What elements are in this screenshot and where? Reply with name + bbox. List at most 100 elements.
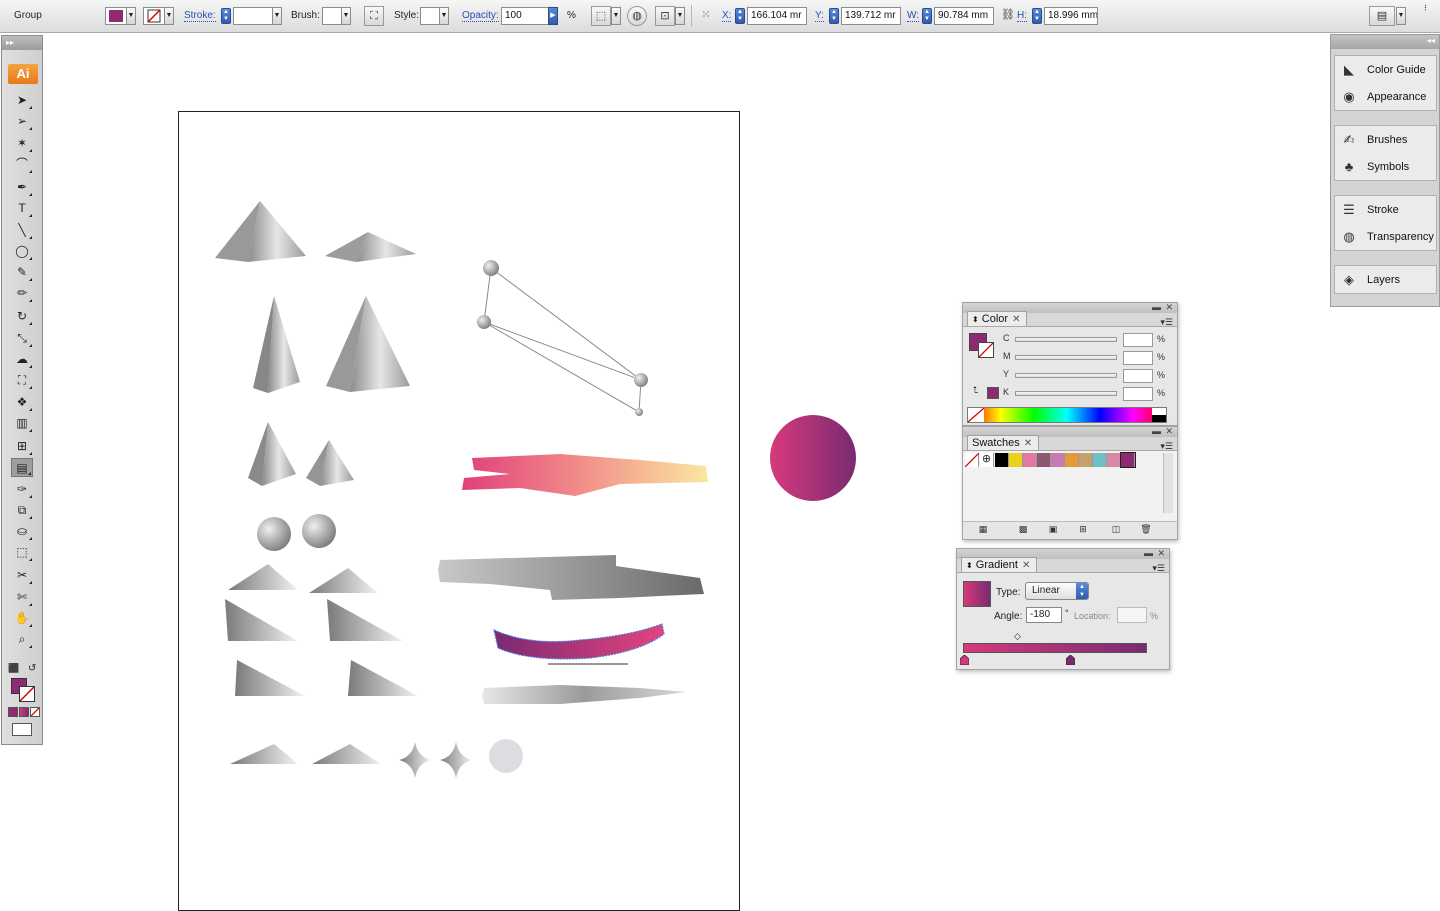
sliver-shape[interactable] [312, 744, 381, 764]
dock-item-brushes[interactable]: ✍ Brushes [1335, 126, 1436, 153]
gradient-type-select[interactable]: Linear ▲ ▼ [1025, 582, 1089, 600]
dock-item-layers[interactable]: ◈ Layers [1335, 266, 1436, 293]
black-button[interactable] [1152, 415, 1166, 422]
color-swatch[interactable] [1051, 453, 1065, 467]
close-tab-icon[interactable]: ✕ [1012, 314, 1020, 325]
wedge-shape[interactable] [348, 660, 418, 696]
minimize-panel-icon[interactable]: ▬ [1152, 302, 1161, 312]
minimize-panel-icon[interactable]: ▬ [1144, 548, 1153, 558]
wedge-shape[interactable] [327, 599, 403, 641]
wedge-shape[interactable] [235, 660, 305, 696]
color-swatch[interactable] [1107, 453, 1121, 467]
color-swatch[interactable] [995, 453, 1009, 467]
new-swatch-icon[interactable]: ◫ [1108, 523, 1124, 535]
pyramid-shape[interactable] [326, 296, 410, 392]
pyramid-shape[interactable] [253, 296, 300, 393]
close-panel-icon[interactable]: ✕ [1157, 548, 1165, 559]
color-spectrum-bar[interactable] [967, 407, 1167, 423]
slider-track[interactable] [1015, 337, 1117, 342]
dock-item-color-guide[interactable]: ◣ Color Guide [1335, 56, 1436, 83]
gradient-circle[interactable] [770, 415, 856, 501]
pyramid-shape[interactable] [248, 422, 296, 486]
out-of-gamut-warning-icon[interactable]: ⮤ [973, 385, 978, 396]
gradient-stop-end[interactable] [1065, 654, 1076, 666]
dock-item-stroke[interactable]: ☰ Stroke [1335, 196, 1436, 223]
sphere-shape[interactable] [302, 514, 336, 548]
close-tab-icon[interactable]: ✕ [1022, 560, 1030, 571]
gradient-type-value: Linear [1032, 585, 1060, 596]
minimize-panel-icon[interactable]: ▬ [1152, 426, 1161, 436]
color-swatch[interactable] [1120, 452, 1136, 468]
close-panel-icon[interactable]: ✕ [1165, 426, 1173, 437]
tab-gradient[interactable]: ⬍ Gradient ✕ [961, 557, 1038, 572]
gradient-stop-start[interactable] [959, 654, 970, 666]
midpoint-diamond-icon[interactable]: ◇ [1014, 631, 1021, 642]
white-button[interactable] [1152, 408, 1166, 415]
pyramid-shape[interactable] [325, 232, 416, 262]
tab-color[interactable]: ⬍ Color ✕ [967, 311, 1028, 326]
swatch-options-icon[interactable]: ▣ [1045, 523, 1061, 535]
close-panel-icon[interactable]: ✕ [1165, 302, 1173, 313]
registration-swatch-icon[interactable]: ⊕ [980, 453, 994, 467]
location-input[interactable] [1117, 607, 1147, 623]
layers-icon: ◈ [1344, 271, 1354, 287]
close-tab-icon[interactable]: ✕ [1024, 438, 1032, 449]
color-swatch[interactable] [1079, 453, 1093, 467]
dock-item-symbols[interactable]: ♣ Symbols [1335, 153, 1436, 180]
selected-purple-brush-stroke[interactable] [493, 623, 665, 665]
slider-percent: % [1157, 370, 1166, 380]
pyramid-shape[interactable] [215, 201, 306, 262]
light-circle-shape[interactable] [489, 739, 523, 773]
slider-value-input[interactable] [1123, 387, 1153, 401]
none-color-button[interactable] [967, 407, 985, 423]
dock-item-appearance[interactable]: ◉ Appearance [1335, 83, 1436, 110]
none-icon [967, 407, 985, 423]
wedge-shape[interactable] [225, 599, 298, 641]
trash-icon[interactable]: 🗑 [1138, 523, 1154, 535]
new-color-group-icon[interactable]: ⊞ [1075, 523, 1091, 535]
slider-value-input[interactable] [1123, 333, 1153, 347]
color-swatch[interactable] [1093, 453, 1107, 467]
color-swatch[interactable] [1065, 453, 1079, 467]
swatch-libraries-icon[interactable]: ▦ [975, 523, 991, 535]
slider-value-input[interactable] [1123, 351, 1153, 365]
star-shape[interactable] [440, 742, 472, 778]
gamut-swatch[interactable] [987, 387, 999, 399]
color-slider-c: C% [1003, 333, 1165, 347]
color-swatch[interactable] [1009, 453, 1023, 467]
dock-item-transparency[interactable]: ◍ Transparency [1335, 223, 1436, 250]
slider-track[interactable] [1015, 391, 1117, 396]
show-swatch-kinds-icon[interactable]: ▩ [1015, 523, 1031, 535]
pyramid-shape[interactable] [306, 440, 354, 486]
stroke-color-indicator[interactable] [978, 342, 994, 358]
tab-label: Gradient [975, 559, 1018, 571]
sphere-shape[interactable] [257, 517, 291, 551]
none-icon [964, 452, 980, 468]
connected-nodes-drawing[interactable] [477, 260, 648, 416]
tab-swatches[interactable]: Swatches ✕ [967, 435, 1040, 450]
triangle-shape[interactable] [228, 564, 298, 590]
color-swatch[interactable] [1037, 453, 1051, 467]
angle-input[interactable]: -180 [1026, 607, 1062, 623]
pink-brush-stroke[interactable] [462, 454, 708, 496]
color-slider-y: Y% [1003, 369, 1165, 383]
none-swatch[interactable] [964, 452, 980, 468]
dock-grip[interactable]: ◂◂ [1331, 35, 1439, 49]
gradient-preview-swatch[interactable] [963, 581, 991, 607]
gradient-panel: ▬ ✕ ⬍ Gradient ✕ ▾☰ Type: Linear ▲ ▼ Angle… [956, 548, 1170, 670]
color-panel: ▬ ✕ ⬍ Color ✕ ▾☰ ⮤ C% M% Y% K% [962, 302, 1178, 426]
sliver-shape[interactable] [230, 744, 298, 764]
slider-track[interactable] [1015, 355, 1117, 360]
color-slider-k: K% [1003, 387, 1165, 401]
gray-brush-stroke[interactable] [438, 555, 704, 600]
slider-track[interactable] [1015, 373, 1117, 378]
silver-brush-stroke[interactable] [482, 685, 686, 704]
gradient-slider-bar[interactable] [963, 643, 1147, 653]
star-shape[interactable] [399, 742, 431, 778]
swatches-scrollbar[interactable] [1163, 453, 1173, 513]
color-swatch[interactable] [1023, 453, 1037, 467]
slider-value-input[interactable] [1123, 369, 1153, 383]
collapse-dock-icon[interactable]: ◂◂ [1427, 36, 1435, 45]
gradient-panel-body: Type: Linear ▲ ▼ Angle: -180 ° Location: … [957, 572, 1169, 669]
triangle-shape[interactable] [309, 568, 378, 593]
